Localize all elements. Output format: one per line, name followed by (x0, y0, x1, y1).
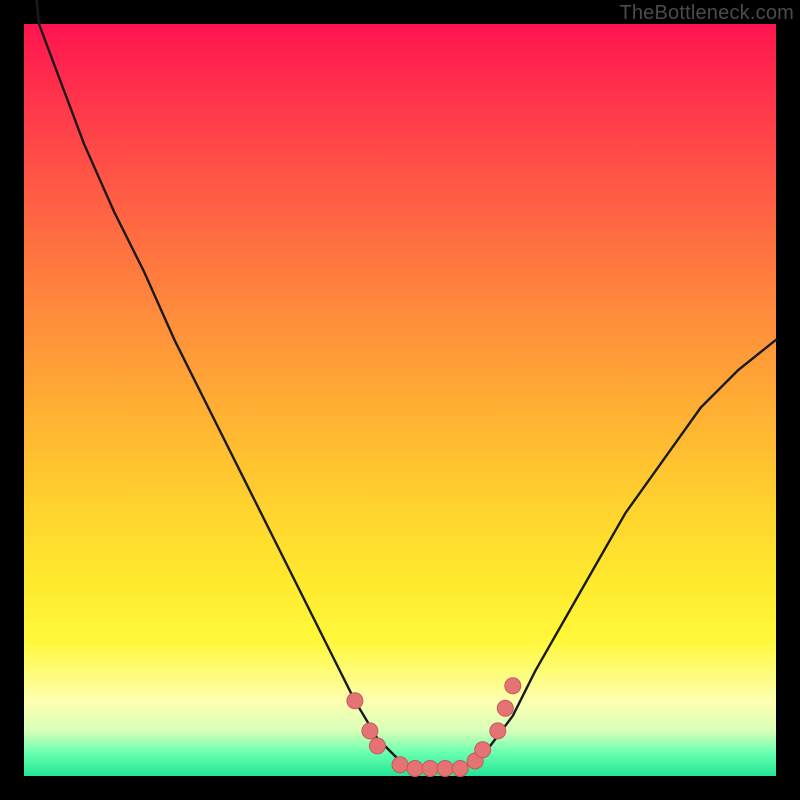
chart-frame: TheBottleneck.com (0, 0, 800, 800)
curve-marker (505, 678, 521, 694)
curve-marker (407, 761, 423, 777)
watermark-text: TheBottleneck.com (619, 2, 794, 25)
curve-marker (475, 742, 491, 758)
curve-marker (452, 761, 468, 777)
curve-marker (369, 738, 385, 754)
bottleneck-curve (24, 0, 776, 769)
curve-marker (497, 700, 513, 716)
plot-area (24, 24, 776, 776)
curve-marker (347, 693, 363, 709)
curve-layer (24, 24, 776, 776)
curve-marker (422, 761, 438, 777)
curve-markers (347, 678, 521, 777)
curve-marker (362, 723, 378, 739)
curve-marker (490, 723, 506, 739)
curve-marker (392, 757, 408, 773)
curve-marker (437, 761, 453, 777)
